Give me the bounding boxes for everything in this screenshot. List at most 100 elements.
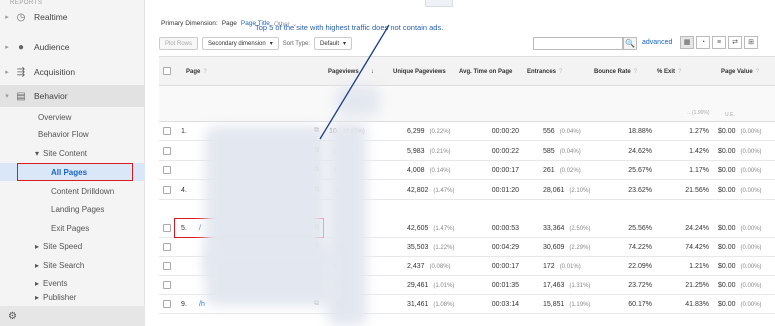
sub-overview[interactable]: Overview bbox=[0, 108, 145, 126]
unique-pageviews-cell-value: 35,503 bbox=[407, 244, 429, 251]
bounce-rate-cell-value: 18.88% bbox=[628, 128, 652, 135]
unique-pageviews-cell-percent: (1.08%) bbox=[433, 301, 455, 308]
col-page-value[interactable]: Page Value? bbox=[721, 57, 759, 87]
sub-site-search[interactable]: ▸ Site Search bbox=[0, 256, 145, 274]
sub-label: Landing Pages bbox=[51, 204, 105, 214]
exit-cell-value: 21.25% bbox=[685, 282, 709, 289]
open-page-icon[interactable]: ⧉ bbox=[314, 243, 319, 251]
comparison-view-icon[interactable]: ⇄ bbox=[728, 36, 742, 49]
sub-site-speed[interactable]: ▸ Site Speed bbox=[0, 237, 145, 255]
secondary-dimension-dropdown[interactable]: Secondary dimension ▾ bbox=[202, 37, 279, 50]
table-search-input[interactable] bbox=[533, 37, 623, 50]
col-label: Avg. Time on Page bbox=[459, 69, 513, 75]
pageviews-cell-percent: (2.65%) bbox=[343, 128, 365, 135]
table-header: Page? Pageviews ↓ Unique Pageviews Avg. T… bbox=[159, 56, 775, 86]
chevron-right-icon: ▸ bbox=[5, 69, 9, 76]
bounce-rate-cell-value: 24.62% bbox=[628, 148, 652, 155]
col-label: % Exit bbox=[657, 69, 676, 75]
avg-time-cell: 00:00:53 bbox=[461, 219, 519, 238]
pivot-view-icon[interactable]: ⊞ bbox=[744, 36, 758, 49]
gear-icon[interactable]: ⚙ bbox=[8, 311, 17, 322]
sub-behavior-flow[interactable]: Behavior Flow bbox=[0, 125, 145, 143]
row-checkbox[interactable] bbox=[163, 166, 171, 174]
page-value-cell: $0.00 (0.00%) bbox=[718, 142, 762, 161]
sub-events[interactable]: ▸ Events bbox=[0, 274, 145, 292]
select-all-checkbox[interactable] bbox=[163, 67, 171, 75]
unique-pageviews-cell-percent: (0.21%) bbox=[429, 148, 451, 155]
col-entrances[interactable]: Entrances? bbox=[527, 57, 562, 87]
row-checkbox[interactable] bbox=[163, 147, 171, 155]
sub-landing-pages[interactable]: Landing Pages bbox=[0, 200, 145, 218]
sort-type-dropdown[interactable]: Default ▾ bbox=[313, 37, 353, 50]
performance-view-icon[interactable]: ≡ bbox=[712, 36, 726, 49]
nav-behavior[interactable]: ▾ ▤ Behavior bbox=[0, 85, 145, 107]
open-page-icon[interactable]: ⧉ bbox=[314, 147, 319, 155]
primary-dimension-page[interactable]: Page bbox=[222, 20, 237, 28]
page-value-cell-value: $0.00 bbox=[718, 301, 736, 308]
page-value-cell: $0.00 (0.00%) bbox=[718, 295, 762, 314]
page-value-cell: $0.00 (0.00%) bbox=[718, 219, 762, 238]
nav-realtime[interactable]: ▸ ◷ Realtime bbox=[0, 6, 145, 28]
help-icon: ? bbox=[559, 69, 563, 75]
entrances-cell-value: 15,851 bbox=[543, 301, 565, 308]
sub-site-content[interactable]: ▾ Site Content bbox=[0, 144, 145, 162]
row-checkbox[interactable] bbox=[163, 127, 171, 135]
sub-exit-pages[interactable]: Exit Pages bbox=[0, 219, 145, 237]
exit-cell-value: 1.21% bbox=[689, 263, 709, 270]
nav-label: Audience bbox=[34, 42, 70, 52]
page-value-cell-value: $0.00 bbox=[718, 167, 736, 174]
pageviews-cell: 1.59%) bbox=[329, 161, 353, 180]
row-checkbox[interactable] bbox=[163, 281, 171, 289]
open-page-icon[interactable]: ⧉ bbox=[314, 300, 319, 308]
table-view-icon[interactable]: ▦ bbox=[680, 36, 694, 49]
page-value-cell-value: $0.00 bbox=[718, 244, 736, 251]
open-page-icon[interactable]: ⧉ bbox=[314, 281, 319, 289]
page-value-cell-value: $0.00 bbox=[718, 187, 736, 194]
entrances-cell-percent: (2.50%) bbox=[569, 225, 591, 232]
col-label: Bounce Rate bbox=[594, 69, 631, 75]
unique-pageviews-cell-percent: (1.47%) bbox=[433, 225, 455, 232]
sub-label: Behavior Flow bbox=[38, 129, 89, 139]
sub-publisher[interactable]: ▸ Publisher bbox=[0, 292, 145, 302]
page-link[interactable]: /h bbox=[199, 295, 205, 314]
sub-content-drilldown[interactable]: Content Drilldown bbox=[0, 182, 145, 200]
pageviews-cell-percent: 0.96%) bbox=[334, 263, 354, 270]
row-checkbox[interactable] bbox=[163, 224, 171, 232]
row-checkbox[interactable] bbox=[163, 262, 171, 270]
entrances-cell-percent: (1.31%) bbox=[569, 282, 591, 289]
open-page-icon[interactable]: ⧉ bbox=[314, 127, 319, 135]
unique-pageviews-cell: 4,008 (0.14%) bbox=[407, 161, 451, 180]
bounce-rate-cell-value: 22.09% bbox=[628, 263, 652, 270]
row-checkbox[interactable] bbox=[163, 300, 171, 308]
unique-pageviews-cell: 42,802 (1.47%) bbox=[407, 181, 454, 200]
col-page[interactable]: Page? bbox=[186, 57, 207, 87]
nav-audience[interactable]: ▸ ● Audience bbox=[0, 36, 145, 58]
pageviews-cell: .34%) bbox=[329, 219, 350, 238]
row-checkbox[interactable] bbox=[163, 186, 171, 194]
col-avg-time[interactable]: Avg. Time on Page bbox=[459, 57, 523, 87]
open-page-icon[interactable]: ⧉ bbox=[314, 166, 319, 174]
open-page-icon[interactable]: ⧉ bbox=[314, 186, 319, 194]
row-number: 4. bbox=[181, 187, 187, 194]
unique-pageviews-cell: 2,437 (0.08%) bbox=[407, 257, 451, 276]
collapse-tab[interactable]: ⌃ bbox=[425, 0, 453, 7]
col-exit[interactable]: % Exit? bbox=[657, 57, 681, 87]
open-page-icon[interactable]: ⧉ bbox=[314, 224, 319, 232]
page-link[interactable]: / bbox=[199, 219, 201, 238]
nav-acquisition[interactable]: ▸ ⇶ Acquisition bbox=[0, 61, 145, 83]
unique-pageviews-cell: 5,983 (0.21%) bbox=[407, 142, 451, 161]
sub-all-pages[interactable]: All Pages bbox=[0, 163, 145, 181]
col-bounce-rate[interactable]: Bounce Rate? bbox=[594, 57, 637, 87]
pie-view-icon[interactable]: ◔ bbox=[696, 36, 710, 49]
col-unique-pageviews[interactable]: Unique Pageviews bbox=[393, 57, 453, 87]
row-checkbox[interactable] bbox=[163, 243, 171, 251]
plot-rows-button[interactable]: Plot Rows bbox=[159, 37, 199, 50]
advanced-link[interactable]: advanced bbox=[642, 39, 672, 46]
open-page-icon[interactable]: ⧉ bbox=[314, 262, 319, 270]
pageviews-cell-percent: .02%) bbox=[334, 244, 350, 251]
col-pageviews[interactable]: Pageviews ↓ bbox=[328, 57, 374, 87]
avg-time-cell-value: 00:01:20 bbox=[491, 187, 519, 194]
table-row: ⧉ 95%) 29,461 (1.01%) 00:01:35 17,463 (1.31%) 2… bbox=[159, 276, 775, 295]
search-icon[interactable]: 🔍 bbox=[623, 37, 637, 50]
sub-label: Site Content bbox=[43, 148, 88, 158]
